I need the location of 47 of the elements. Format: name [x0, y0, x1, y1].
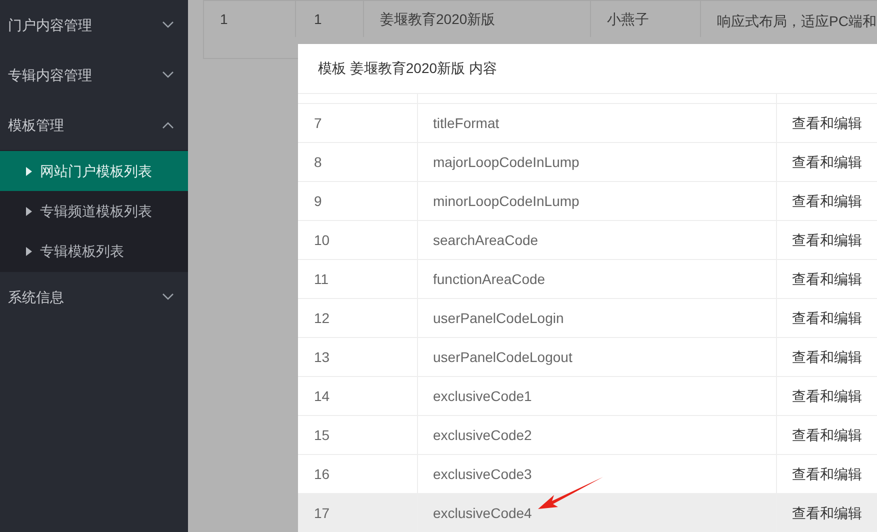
- menu-group[interactable]: 专辑内容管理: [0, 50, 188, 100]
- submenu-item[interactable]: 专辑模板列表: [0, 231, 188, 271]
- table-cell: 7: [298, 104, 418, 142]
- table-cell: 11: [298, 260, 418, 298]
- view-edit-link[interactable]: 查看和编辑: [792, 346, 862, 368]
- table-cell: titleFormat: [418, 104, 777, 142]
- view-edit-link[interactable]: 查看和编辑: [792, 152, 862, 172]
- triangle-icon: [26, 206, 32, 216]
- submenu-item[interactable]: 网站门户模板列表: [0, 151, 188, 191]
- table-cell: 12: [298, 299, 418, 337]
- table-cell: 1: [204, 0, 296, 37]
- menu-group[interactable]: 系统信息: [0, 272, 188, 322]
- view-edit-link[interactable]: 查看和编辑: [792, 190, 862, 212]
- table-cell: 小燕子: [591, 0, 701, 37]
- table-cell: exclusiveCode2: [418, 416, 777, 454]
- table-cell: searchAreaCode: [418, 221, 777, 259]
- table-cell: 8: [298, 143, 418, 181]
- submenu-item[interactable]: 专辑频道模板列表: [0, 191, 188, 231]
- view-edit-link[interactable]: 查看和编辑: [792, 424, 862, 446]
- table-cell: minorLoopCodeInLump: [418, 182, 777, 220]
- table-cell: functionAreaCode: [418, 260, 777, 298]
- modal-title: 模板 姜堰教育2020新版 内容: [298, 44, 877, 94]
- view-edit-link[interactable]: 查看和编辑: [792, 230, 862, 250]
- table-cell: majorLoopCodeInLump: [418, 143, 777, 181]
- menu-group[interactable]: 门户内容管理: [0, 0, 188, 50]
- view-edit-link[interactable]: 查看和编辑: [792, 502, 862, 524]
- table-cell: 10: [298, 221, 418, 259]
- view-edit-link[interactable]: 查看和编辑: [792, 464, 862, 484]
- table-cell: exclusiveCode1: [418, 377, 777, 415]
- table-cell: 17: [298, 494, 418, 532]
- table-cell: userPanelCodeLogout: [418, 338, 777, 376]
- view-edit-link[interactable]: 查看和编辑: [792, 112, 862, 134]
- view-edit-link[interactable]: 查看和编辑: [792, 268, 862, 290]
- table-cell: 14: [298, 377, 418, 415]
- table-cell: 16: [298, 455, 418, 493]
- menu-group[interactable]: 模板管理: [0, 100, 188, 150]
- table-cell-text: 响应式布局，适应PC端和: [716, 12, 876, 31]
- table-cell: 15: [298, 416, 418, 454]
- triangle-icon: [26, 166, 32, 176]
- view-edit-link[interactable]: 查看和编辑: [792, 308, 862, 328]
- triangle-icon: [26, 246, 32, 256]
- table-cell: 13: [298, 338, 418, 376]
- table-cell: userPanelCodeLogin: [418, 299, 777, 337]
- table-cell: 1: [296, 0, 364, 37]
- view-edit-link[interactable]: 查看和编辑: [792, 386, 862, 406]
- table-cell: 9: [298, 182, 418, 220]
- table-cell: 姜堰教育2020新版: [364, 0, 591, 37]
